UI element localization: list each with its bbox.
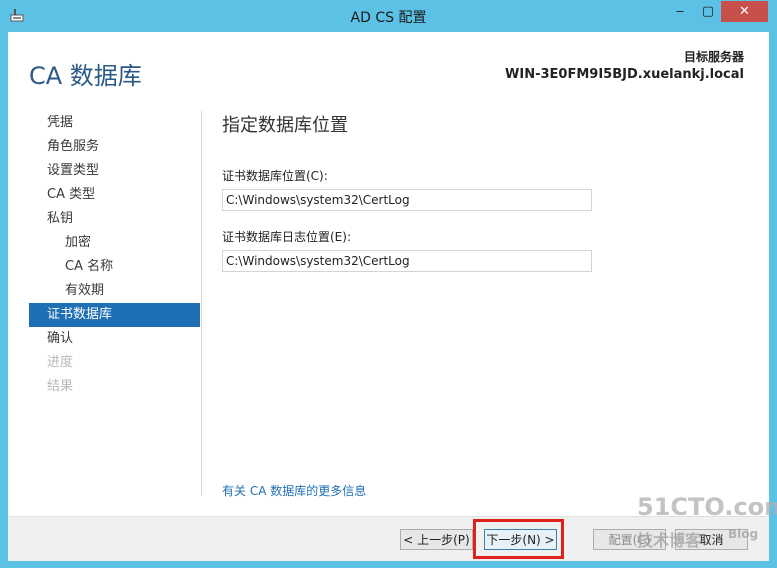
- nav-item-ca-name[interactable]: CA 名称: [29, 255, 200, 279]
- nav-divider: [201, 111, 202, 496]
- main-content: 指定数据库位置 证书数据库位置(C): C:\Windows\system32\…: [222, 111, 742, 289]
- log-location-label: 证书数据库日志位置(E):: [222, 230, 351, 244]
- db-location-label: 证书数据库位置(C):: [222, 169, 328, 183]
- nav-item-cryptography[interactable]: 加密: [29, 231, 200, 255]
- close-button[interactable]: ✕: [721, 1, 768, 22]
- nav-item-credentials[interactable]: 凭据: [29, 111, 200, 135]
- minimize-button[interactable]: ‒: [666, 1, 694, 22]
- title-bar: AD CS 配置 ‒ ▢ ✕: [0, 0, 777, 33]
- more-info-link[interactable]: 有关 CA 数据库的更多信息: [222, 482, 366, 499]
- nav-item-confirmation[interactable]: 确认: [29, 327, 200, 351]
- nav-item-private-key[interactable]: 私钥: [29, 207, 200, 231]
- target-server-value: WIN-3E0FM9I5BJD.xuelankj.local: [505, 67, 744, 82]
- highlight-box: [473, 519, 564, 559]
- log-location-input[interactable]: C:\Windows\system32\CertLog: [222, 250, 592, 272]
- target-server-label: 目标服务器: [683, 50, 744, 64]
- nav-item-ca-type[interactable]: CA 类型: [29, 183, 200, 207]
- watermark-text: 51CTO.com: [637, 493, 777, 521]
- nav-item-progress: 进度: [47, 355, 74, 370]
- wizard-nav: 凭据 角色服务 设置类型 CA 类型 私钥 加密 CA 名称 有效期 证书数据库…: [29, 111, 200, 399]
- watermark-subtext: 技术博客: [637, 531, 702, 550]
- db-location-input[interactable]: C:\Windows\system32\CertLog: [222, 189, 592, 211]
- previous-button[interactable]: < 上一步(P): [400, 529, 473, 550]
- nav-item-setup-type[interactable]: 设置类型: [29, 159, 200, 183]
- section-title: 指定数据库位置: [222, 115, 348, 136]
- watermark-blog: Blog: [728, 527, 759, 541]
- nav-item-results: 结果: [47, 379, 74, 394]
- wizard-panel: CA 数据库 目标服务器 WIN-3E0FM9I5BJD.xuelankj.lo…: [8, 32, 769, 561]
- page-title: CA 数据库: [29, 62, 142, 90]
- nav-item-cert-database[interactable]: 证书数据库: [29, 303, 200, 327]
- window: AD CS 配置 ‒ ▢ ✕ CA 数据库 目标服务器 WIN-3E0FM9I5…: [0, 0, 777, 568]
- nav-item-validity[interactable]: 有效期: [29, 279, 200, 303]
- window-title: AD CS 配置: [350, 10, 427, 26]
- maximize-button[interactable]: ▢: [695, 1, 721, 22]
- nav-item-role-services[interactable]: 角色服务: [29, 135, 200, 159]
